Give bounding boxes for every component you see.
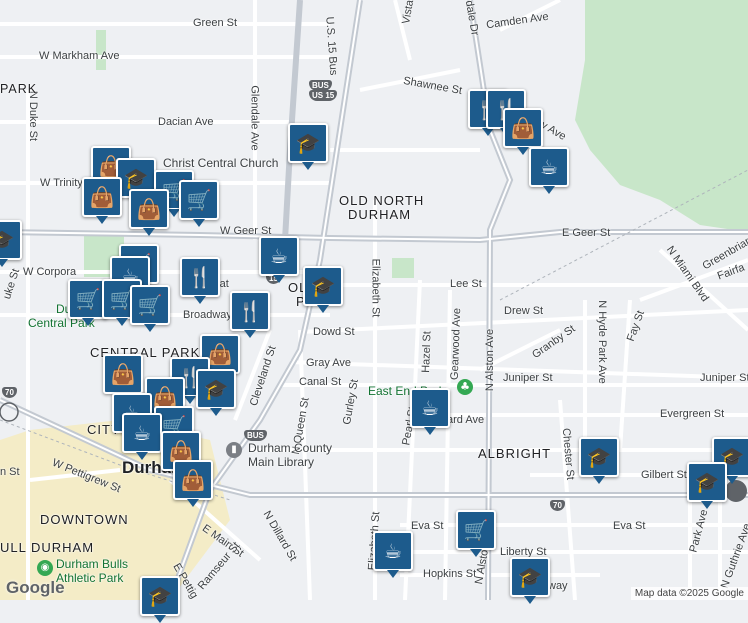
shopping-bag-marker[interactable]: 👜 <box>503 108 543 155</box>
cafe-marker[interactable]: ☕ <box>410 388 450 435</box>
restaurant-marker[interactable]: 🍴 <box>180 257 220 304</box>
school-marker[interactable]: 🎓 <box>140 576 180 623</box>
us15-shield: US 15 <box>309 90 338 101</box>
cafe-marker[interactable]: ☕ <box>122 413 162 460</box>
east-end-park-area <box>392 258 414 278</box>
shopping-cart-marker[interactable]: 🛒 <box>179 180 219 227</box>
cafe-marker[interactable]: ☕ <box>529 147 569 194</box>
shopping-bag-marker[interactable]: 👜 <box>173 460 213 507</box>
school-marker[interactable]: 🎓 <box>579 437 619 484</box>
school-marker[interactable]: 🎓 <box>687 462 727 509</box>
cafe-marker[interactable]: ☕ <box>373 531 413 578</box>
cafe-marker[interactable]: ☕ <box>259 236 299 283</box>
school-marker[interactable]: 🎓 <box>288 123 328 170</box>
library-icon[interactable]: ▮ <box>226 442 242 458</box>
google-logo: Google <box>6 578 65 597</box>
restaurant-marker[interactable]: 🍴 <box>230 291 270 338</box>
park-strip-area <box>96 30 106 70</box>
park-icon[interactable]: ♣ <box>457 379 473 395</box>
shopping-cart-marker[interactable]: 🛒 <box>456 510 496 557</box>
map-attribution[interactable]: Map data ©2025 Google <box>630 587 748 600</box>
us15-bus-shield: BUS <box>244 430 267 441</box>
shopping-cart-marker[interactable]: 🛒 <box>130 285 170 332</box>
school-marker[interactable]: 🎓 <box>196 369 236 416</box>
school-marker[interactable]: 🎓 <box>0 220 22 267</box>
shopping-bag-marker[interactable]: 👜 <box>82 177 122 224</box>
shopping-bag-marker[interactable]: 👜 <box>103 354 143 401</box>
stadium-icon[interactable]: ◉ <box>37 560 53 576</box>
school-marker[interactable]: 🎓 <box>510 557 550 604</box>
school-marker[interactable]: 🎓 <box>303 266 343 313</box>
shopping-bag-marker[interactable]: 👜 <box>129 189 169 236</box>
